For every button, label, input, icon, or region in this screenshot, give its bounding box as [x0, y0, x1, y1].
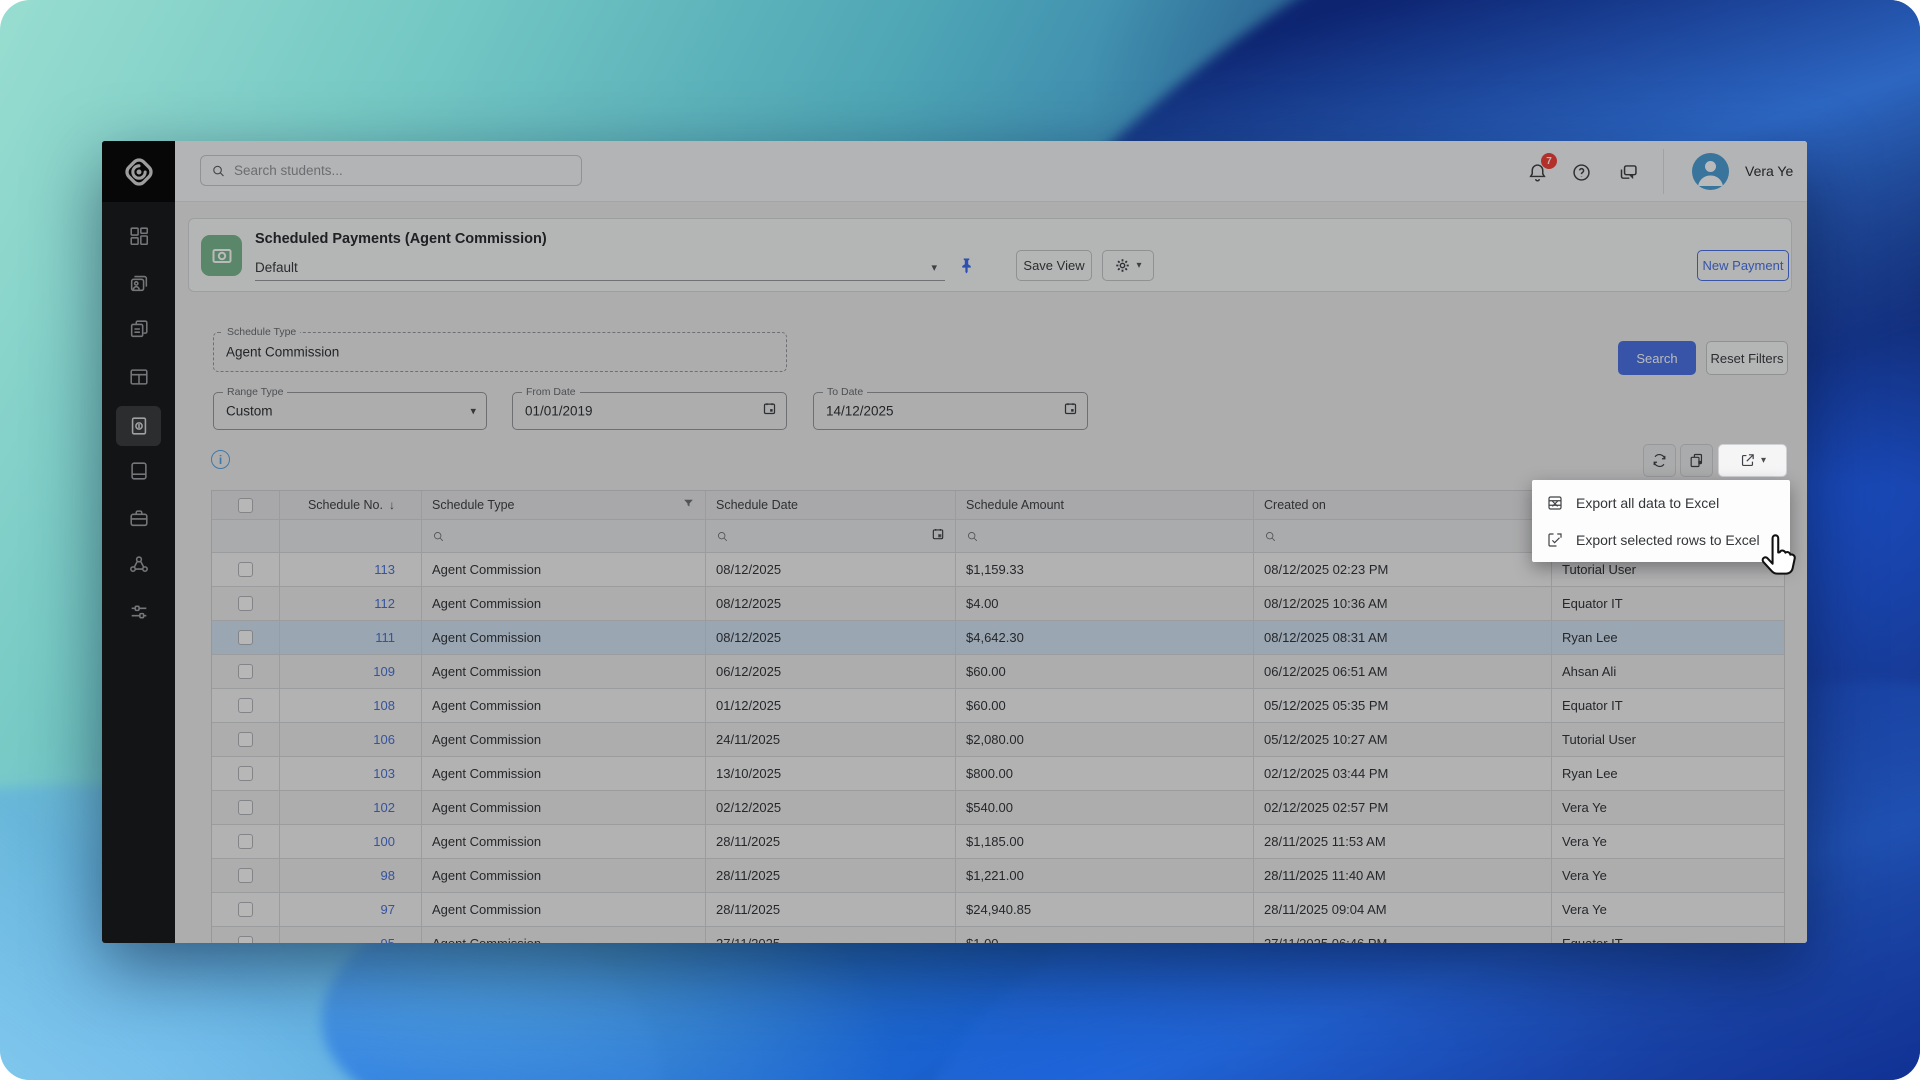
mouse-cursor	[1757, 534, 1801, 593]
menu-item-export-all[interactable]: Export all data to Excel	[1532, 484, 1790, 521]
export-menu: Export all data to Excel Export selected…	[1532, 480, 1790, 562]
export-selected-icon	[1546, 531, 1564, 549]
xlsx-file-icon	[1546, 494, 1564, 512]
export-icon	[1739, 452, 1756, 469]
chevron-down-icon: ▾	[1761, 455, 1766, 466]
app-window: 7 Vera Ye Scheduled Payments (Agent Comm…	[102, 141, 1807, 943]
menu-item-label: Export selected rows to Excel	[1576, 532, 1760, 548]
menu-item-label: Export all data to Excel	[1576, 495, 1719, 511]
export-button[interactable]: ▾	[1718, 444, 1787, 477]
menu-item-export-selected[interactable]: Export selected rows to Excel	[1532, 521, 1790, 558]
